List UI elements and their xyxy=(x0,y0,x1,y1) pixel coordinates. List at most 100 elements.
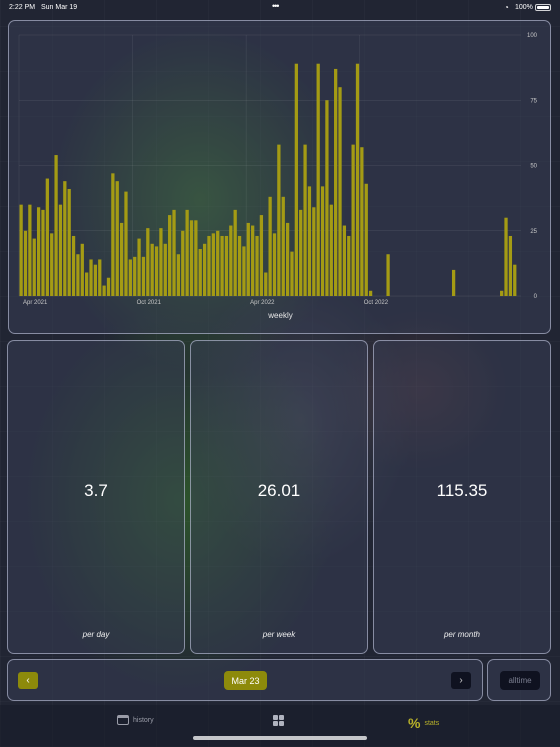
percent-icon: % xyxy=(408,715,421,731)
chart-bar xyxy=(67,188,71,296)
tab-bar: history % stats xyxy=(0,705,560,747)
previous-period-button[interactable]: ‹ xyxy=(18,672,38,689)
chart-bar xyxy=(504,217,508,296)
chart-bar xyxy=(172,209,176,296)
chart-bar xyxy=(54,155,58,296)
stat-card-per-month: 115.35 per month xyxy=(373,340,551,654)
chart-bar xyxy=(207,235,211,296)
chart-bar xyxy=(23,230,28,296)
chart-bar xyxy=(386,254,390,296)
status-bar: 2:22 PM Sun Mar 19 ••• ◔ 100% xyxy=(0,0,560,16)
chart-bar xyxy=(36,207,41,296)
multitask-dots-icon[interactable]: ••• xyxy=(272,1,280,11)
chart-bar xyxy=(255,235,259,296)
chart-x-label: weekly xyxy=(268,311,293,320)
chart-bar xyxy=(50,233,54,296)
chart-bar xyxy=(211,233,215,296)
chart-bar xyxy=(93,264,98,296)
per-day-label: per day xyxy=(82,630,110,639)
status-time: 2:22 PM xyxy=(9,4,36,11)
chart-bar xyxy=(168,215,172,296)
chart-bar xyxy=(141,256,146,296)
grid-icon xyxy=(273,715,284,726)
chart-bar xyxy=(368,290,373,296)
chart-bar xyxy=(76,254,80,296)
chart-bar xyxy=(268,196,272,296)
x-tick-label: Apr 2021 xyxy=(23,300,48,306)
y-tick-label: 100 xyxy=(527,33,538,39)
chart-bar xyxy=(500,290,504,296)
chart-bar xyxy=(146,228,150,296)
x-tick-label: Apr 2022 xyxy=(250,300,275,306)
tab-dashboard[interactable] xyxy=(273,715,284,726)
chart-bar xyxy=(285,222,290,296)
chart-bar xyxy=(220,235,224,296)
x-tick-label: Oct 2022 xyxy=(364,300,389,306)
wifi-icon: ◔ xyxy=(504,3,509,12)
chart-bar xyxy=(320,186,325,296)
weekly-bar-chart: 0 25 50 75 100 Apr 2021 Oct 2021 Apr 2022 Oct 20… xyxy=(18,33,538,306)
date-navigator: ‹ Mar 23 › xyxy=(7,659,483,701)
chart-bar xyxy=(150,243,154,296)
chart-bar xyxy=(106,277,111,296)
tab-stats[interactable]: % stats xyxy=(408,715,439,731)
chart-bar xyxy=(325,100,329,296)
current-period-button[interactable]: Mar 23 xyxy=(224,671,267,690)
chart-bar xyxy=(290,251,294,296)
chart-bar xyxy=(198,249,202,296)
chart-bar xyxy=(71,235,76,296)
y-tick-label: 0 xyxy=(534,294,538,300)
chart-bar xyxy=(85,272,89,296)
chart-bar xyxy=(312,207,316,296)
per-day-value: 3.7 xyxy=(84,481,108,500)
chevron-right-icon: › xyxy=(459,675,463,686)
chart-bar xyxy=(264,272,268,296)
chart-bar xyxy=(216,230,220,296)
battery-percent: 100% xyxy=(515,4,533,11)
chart-bar xyxy=(364,183,368,296)
chart-bar xyxy=(32,238,36,296)
chart-bar xyxy=(246,222,250,296)
chart-bar xyxy=(251,225,255,296)
x-tick-label: Oct 2021 xyxy=(137,300,162,306)
chart-bar xyxy=(133,256,137,296)
chart-bar xyxy=(299,209,303,296)
stat-card-per-week: 26.01 per week xyxy=(190,340,368,654)
chart-bar xyxy=(360,147,364,296)
chart-bar xyxy=(334,68,338,297)
chart-bar xyxy=(45,178,49,296)
next-period-button[interactable]: › xyxy=(451,672,471,689)
chart-bar xyxy=(159,228,163,296)
chart-bar xyxy=(342,225,347,296)
alltime-button[interactable]: alltime xyxy=(500,671,540,690)
chart-bar xyxy=(111,173,115,296)
weekly-chart-panel: 0 25 50 75 100 Apr 2021 Oct 2021 Apr 2022 Oct 20… xyxy=(8,20,551,334)
chart-bar xyxy=(355,63,360,297)
chart-bar xyxy=(202,243,207,296)
chart-bar xyxy=(89,259,93,296)
chart-bar xyxy=(194,220,198,296)
chart-bar xyxy=(272,233,277,296)
chart-bar xyxy=(41,209,45,296)
chart-bar xyxy=(224,235,229,296)
per-week-label: per week xyxy=(262,630,296,639)
chart-bar xyxy=(307,186,312,296)
chart-bar xyxy=(28,204,32,296)
chart-bar xyxy=(189,220,194,296)
chart-bar xyxy=(233,209,237,296)
chart-bar xyxy=(58,204,63,296)
tab-history[interactable]: history xyxy=(117,715,154,725)
per-month-label: per month xyxy=(443,630,481,639)
chart-bar xyxy=(338,87,342,296)
home-indicator xyxy=(193,736,367,740)
chart-bar xyxy=(316,63,320,297)
chart-bar xyxy=(176,254,181,296)
chart-bar xyxy=(115,181,119,296)
chart-bar xyxy=(185,209,189,296)
chart-bar xyxy=(347,235,351,296)
chart-bar xyxy=(128,259,132,296)
tab-history-label: history xyxy=(133,716,154,724)
chart-bar xyxy=(163,243,167,296)
chart-bar xyxy=(508,235,513,296)
chart-bar xyxy=(124,191,128,296)
